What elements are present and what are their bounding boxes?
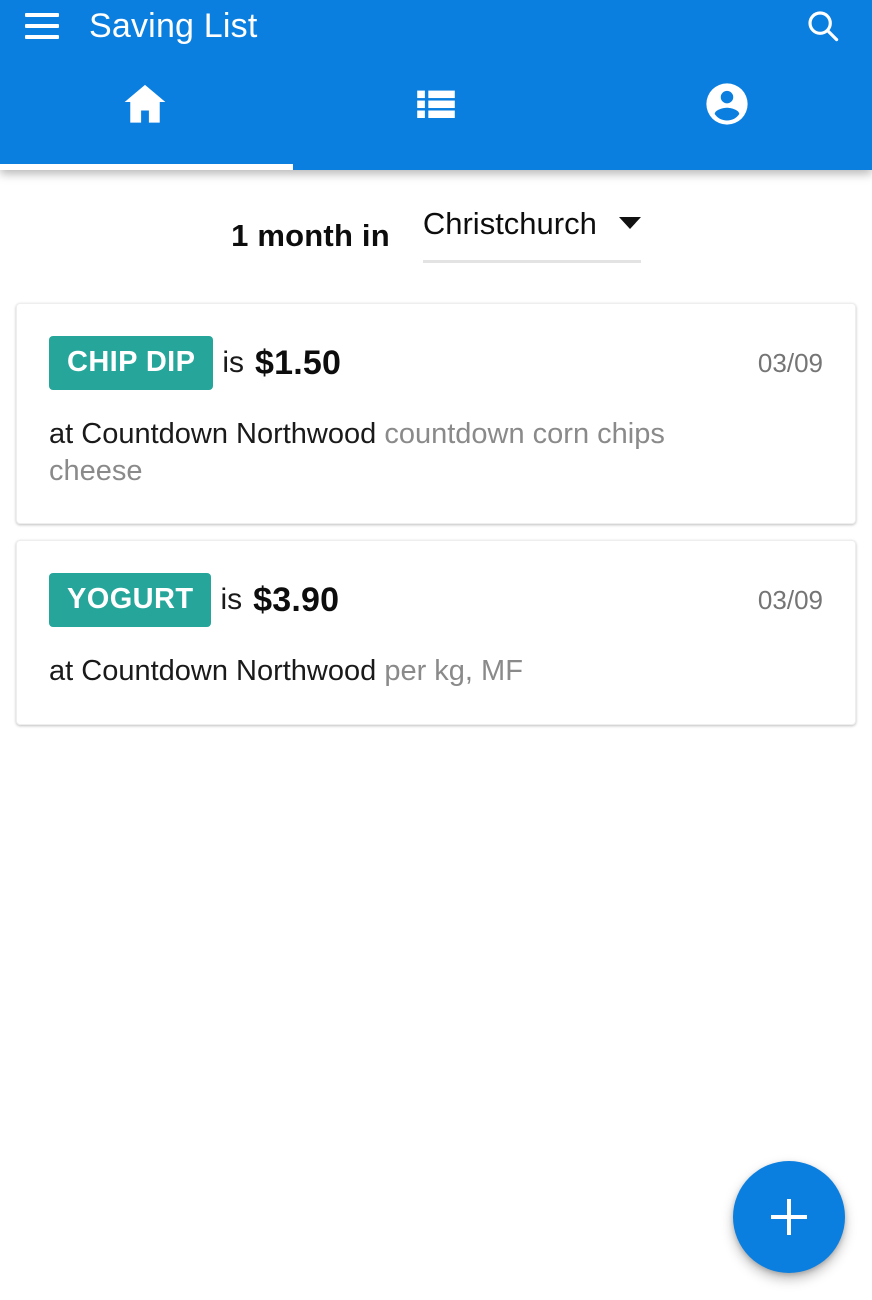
app-bar: Saving List <box>0 0 872 170</box>
app-root: Saving List 1 month in Christchurch CHIP… <box>0 0 872 1300</box>
location-dropdown[interactable]: Christchurch <box>422 205 641 263</box>
saving-list: CHIP DIP is $1.50 03/09 at Countdown Nor… <box>0 303 872 741</box>
add-button[interactable] <box>733 1161 845 1273</box>
store-name: Countdown Northwood <box>81 655 377 688</box>
price-value: $3.90 <box>253 581 340 620</box>
store-prefix: at <box>49 418 82 450</box>
product-badge: YOGURT <box>49 573 212 628</box>
saving-item-date: 03/09 <box>757 348 823 378</box>
store-prefix: at <box>49 655 82 688</box>
is-word: is <box>222 346 245 379</box>
search-icon[interactable] <box>792 0 854 52</box>
hamburger-bar-1 <box>25 13 59 17</box>
is-word: is <box>220 583 243 617</box>
saving-item-details: at Countdown Northwood per kg, MF <box>49 653 689 690</box>
list-view-icon <box>417 90 455 118</box>
active-tab-indicator <box>0 164 293 170</box>
saving-list-item[interactable]: YOGURT is $3.90 03/09 at Countdown North… <box>16 540 856 725</box>
hamburger-menu-icon[interactable] <box>10 0 74 52</box>
saving-item-header: CHIP DIP is $1.50 03/09 <box>49 334 823 392</box>
product-note: per kg, MF <box>384 655 523 688</box>
product-badge: CHIP DIP <box>49 336 214 390</box>
filter-period-label: 1 month in <box>231 217 390 253</box>
app-bar-top-row: Saving List <box>0 0 872 52</box>
tab-home[interactable] <box>0 52 291 170</box>
tab-account[interactable] <box>581 52 872 170</box>
hamburger-bars <box>25 13 59 39</box>
location-dropdown-value: Christchurch <box>422 205 597 241</box>
saving-item-header: YOGURT is $3.90 03/09 <box>49 571 823 629</box>
store-name: Countdown Northwood <box>81 418 377 450</box>
saving-item-date: 03/09 <box>757 585 823 616</box>
filter-row: 1 month in Christchurch <box>0 170 872 300</box>
saving-list-item[interactable]: CHIP DIP is $1.50 03/09 at Countdown Nor… <box>16 303 856 525</box>
account-circle-icon <box>706 83 748 125</box>
tab-list[interactable] <box>291 52 582 170</box>
page-title: Saving List <box>89 7 258 45</box>
saving-item-details: at Countdown Northwood countdown corn ch… <box>49 416 689 489</box>
chevron-down-icon <box>618 217 641 229</box>
hamburger-bar-2 <box>25 24 59 28</box>
tab-bar <box>0 52 872 170</box>
home-icon <box>124 84 166 123</box>
hamburger-bar-3 <box>25 35 59 39</box>
price-value: $1.50 <box>255 344 342 382</box>
plus-icon-vertical <box>787 1199 791 1235</box>
